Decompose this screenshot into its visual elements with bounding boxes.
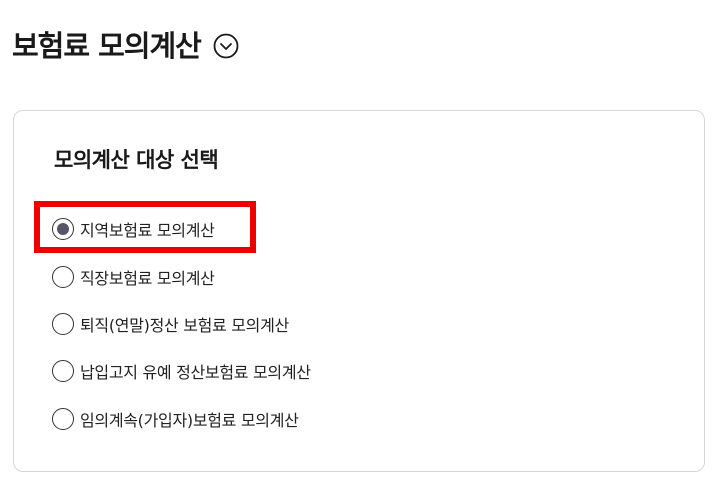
chevron-down-circle-icon[interactable] <box>213 33 239 59</box>
radio-button[interactable] <box>52 266 74 288</box>
radio-option-retirement-settlement[interactable]: 퇴직(연말)정산 보험료 모의계산 <box>52 310 289 338</box>
radio-option-deferred-notice[interactable]: 납입고지 유예 정산보험료 모의계산 <box>52 357 311 385</box>
option-label: 지역보험료 모의계산 <box>80 221 215 240</box>
radio-button[interactable] <box>52 313 74 335</box>
radio-selected-dot <box>57 223 69 235</box>
option-label: 납입고지 유예 정산보험료 모의계산 <box>80 363 311 382</box>
radio-option-workplace[interactable]: 직장보험료 모의계산 <box>52 263 215 291</box>
page-title: 보험료 모의계산 <box>12 29 202 63</box>
calculation-target-card: 모의계산 대상 선택 지역보험료 모의계산 직장보험료 모의계산 퇴직(연말)정… <box>13 110 705 472</box>
radio-button[interactable] <box>52 218 74 240</box>
option-label: 직장보험료 모의계산 <box>80 269 215 288</box>
option-label: 임의계속(가입자)보험료 모의계산 <box>80 411 299 430</box>
radio-button[interactable] <box>52 360 74 382</box>
section-title: 모의계산 대상 선택 <box>54 148 219 172</box>
radio-button[interactable] <box>52 408 74 430</box>
page-header: 보험료 모의계산 <box>12 24 239 68</box>
option-label: 퇴직(연말)정산 보험료 모의계산 <box>80 316 289 335</box>
radio-option-voluntary-continuation[interactable]: 임의계속(가입자)보험료 모의계산 <box>52 405 299 433</box>
radio-option-regional[interactable]: 지역보험료 모의계산 <box>52 215 215 243</box>
